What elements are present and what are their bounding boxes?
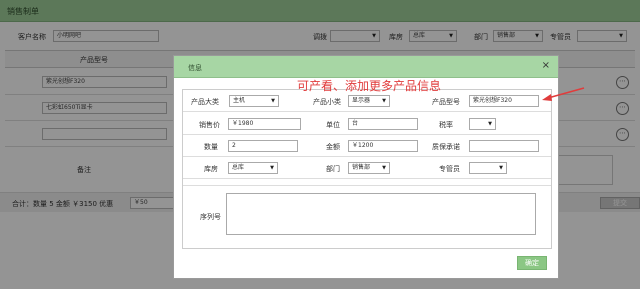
annotation-arrow-icon: [542, 87, 585, 101]
